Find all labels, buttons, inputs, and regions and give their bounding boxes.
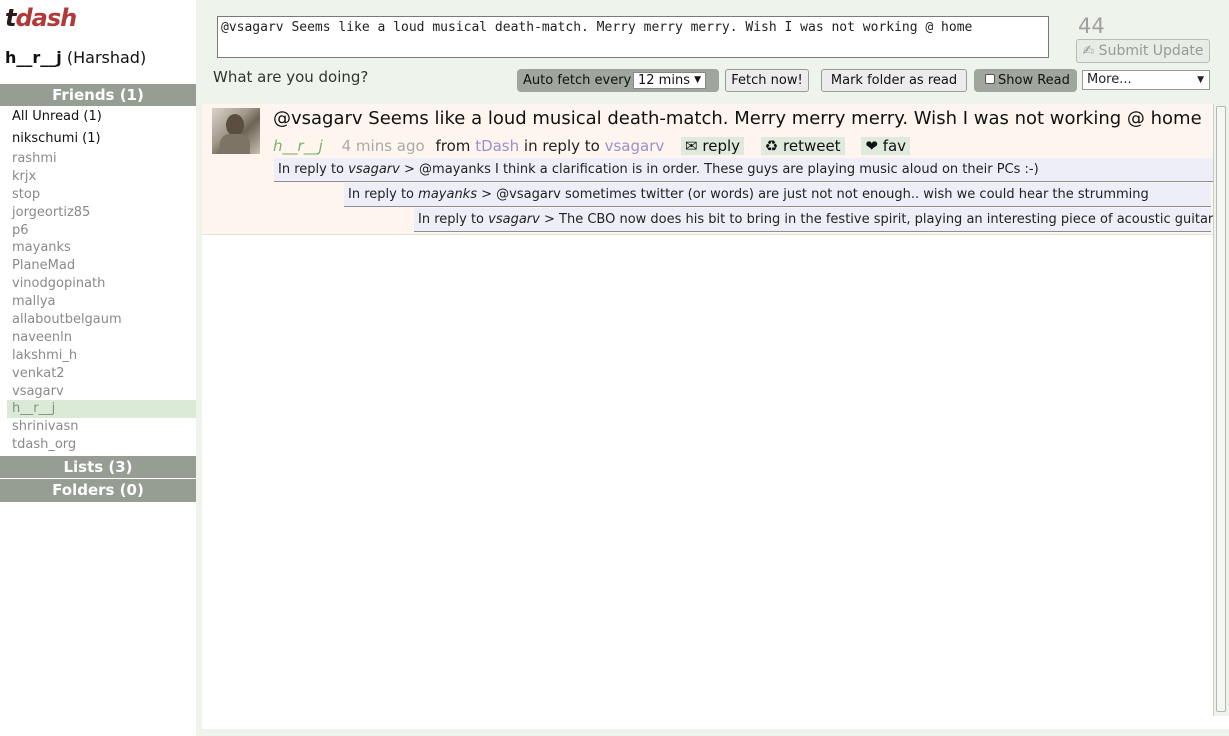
reply-button[interactable]: ✉ reply xyxy=(681,137,745,155)
reply-text: > @mayanks I think a clarification is in… xyxy=(404,162,1039,177)
reply-user[interactable]: vsagarv xyxy=(348,162,400,177)
friends-list: All Unread (1) nikschumi (1) rashmi krjx… xyxy=(7,106,196,456)
show-read-toggle[interactable]: Show Read xyxy=(974,69,1077,92)
reply-thread-item[interactable]: In reply to vsagarv > @mayanks I think a… xyxy=(274,158,1213,182)
reply-prefix: In reply to xyxy=(278,162,345,177)
reply-text: > @vsagarv sometimes twitter (or words) … xyxy=(481,187,1149,202)
sidebar-item-mallya[interactable]: mallya xyxy=(7,293,196,311)
sidebar-item-lakshmi-h[interactable]: lakshmi_h xyxy=(7,347,196,365)
sidebar-item-venkat2[interactable]: venkat2 xyxy=(7,365,196,383)
friends-header[interactable]: Friends (1) xyxy=(0,84,196,106)
reply-user[interactable]: mayanks xyxy=(418,187,477,202)
show-read-checkbox[interactable] xyxy=(985,74,995,84)
user-handle[interactable]: h__r__j xyxy=(5,48,62,67)
composer-prompt: What are you doing? xyxy=(213,68,369,86)
logo-t: t xyxy=(5,4,17,32)
sidebar-item-p6[interactable]: p6 xyxy=(7,222,196,240)
tweet-item: @vsagarv Seems like a loud musical death… xyxy=(202,104,1216,235)
sidebar-item-naveenln[interactable]: naveenln xyxy=(7,329,196,347)
tweet-author-link[interactable]: h__r__j xyxy=(273,137,323,155)
tweet-text: @vsagarv Seems like a loud musical death… xyxy=(273,108,1202,129)
status-update-input[interactable] xyxy=(217,16,1049,58)
more-actions-select[interactable]: More... ▼ xyxy=(1082,70,1210,90)
submit-update-button[interactable]: ✍ Submit Update xyxy=(1076,39,1210,63)
user-name: (Harshad) xyxy=(66,48,147,67)
fetch-now-button[interactable]: Fetch now! xyxy=(725,69,809,92)
reply-text: > The CBO now does his bit to bring in t… xyxy=(544,212,1217,227)
lists-header[interactable]: Lists (3) xyxy=(0,456,196,478)
sidebar-item-vinodgopinath[interactable]: vinodgopinath xyxy=(7,275,196,293)
show-read-label: Show Read xyxy=(998,73,1070,88)
sidebar-item-stop[interactable]: stop xyxy=(7,186,196,204)
mark-folder-read-button[interactable]: Mark folder as read xyxy=(821,69,967,92)
more-actions-value: More... xyxy=(1087,72,1132,87)
sidebar: tdash h__r__j (Harshad) Friends (1) All … xyxy=(0,0,196,736)
sidebar-item-rashmi[interactable]: rashmi xyxy=(7,150,196,168)
sidebar-item-nikschumi[interactable]: nikschumi (1) xyxy=(7,128,196,150)
sidebar-item-jorgeortiz85[interactable]: jorgeortiz85 xyxy=(7,204,196,222)
tweet-meta: h__r__j 4 mins ago from tDash in reply t… xyxy=(273,137,911,155)
logo-dash: dash xyxy=(15,4,77,32)
tweet-time[interactable]: 4 mins ago xyxy=(342,137,425,155)
chevron-down-icon: ▼ xyxy=(694,75,701,85)
sidebar-item-planemad[interactable]: PlaneMad xyxy=(7,257,196,275)
tweet-from-label: from xyxy=(435,137,471,155)
sidebar-item-mayanks[interactable]: mayanks xyxy=(7,239,196,257)
timeline: @vsagarv Seems like a loud musical death… xyxy=(202,104,1216,730)
sidebar-item-vsagarv[interactable]: vsagarv xyxy=(7,383,196,401)
user-avatar[interactable] xyxy=(212,108,260,154)
auto-fetch-label: Auto fetch every xyxy=(523,73,632,88)
reply-prefix: In reply to xyxy=(348,187,415,202)
fav-button[interactable]: ❤ fav xyxy=(861,137,911,155)
fetch-interval-value: 12 mins xyxy=(638,73,690,88)
sidebar-item-h-r-j[interactable]: h__r__j xyxy=(7,400,196,419)
sidebar-item-tdash-org[interactable]: tdash_org xyxy=(7,436,196,454)
tweet-source-link[interactable]: tDash xyxy=(475,137,519,155)
reply-prefix: In reply to xyxy=(418,212,485,227)
char-count: 44 xyxy=(1078,14,1105,38)
retweet-button[interactable]: ♻ retweet xyxy=(760,137,845,155)
sidebar-item-allaboutbelgaum[interactable]: allaboutbelgaum xyxy=(7,311,196,329)
scrollbar-thumb[interactable] xyxy=(1216,106,1226,712)
reply-thread-item[interactable]: In reply to vsagarv > The CBO now does h… xyxy=(414,208,1216,232)
sidebar-item-krjx[interactable]: krjx xyxy=(7,168,196,186)
sidebar-item-all-unread[interactable]: All Unread (1) xyxy=(7,106,196,128)
bottom-bar xyxy=(196,729,1229,736)
current-user: h__r__j (Harshad) xyxy=(5,48,146,67)
auto-fetch-control: Auto fetch every 12 mins ▼ xyxy=(517,69,719,92)
folders-header[interactable]: Folders (0) xyxy=(0,479,196,502)
chevron-down-icon: ▼ xyxy=(1197,75,1204,85)
timeline-scrollbar[interactable] xyxy=(1213,104,1229,716)
sidebar-item-shrinivasn[interactable]: shrinivasn xyxy=(7,418,196,436)
app-logo[interactable]: tdash xyxy=(5,4,77,32)
fetch-interval-select[interactable]: 12 mins ▼ xyxy=(633,72,706,89)
reply-user[interactable]: vsagarv xyxy=(488,212,540,227)
tweet-in-reply-label: in reply to xyxy=(523,137,600,155)
composer-area: 44 ✍ Submit Update What are you doing? A… xyxy=(202,0,1229,104)
tweet-in-reply-link[interactable]: vsagarv xyxy=(605,137,665,155)
reply-thread-item[interactable]: In reply to mayanks > @vsagarv sometimes… xyxy=(344,183,1211,207)
